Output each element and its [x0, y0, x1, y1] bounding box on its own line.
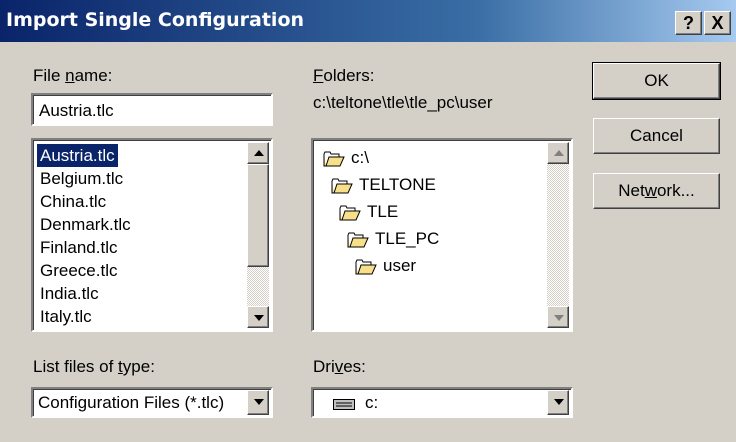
folder-label: TLE	[367, 202, 399, 221]
folder-tree[interactable]: c:\ TELTONE TLE TLE_PCuser	[311, 138, 573, 332]
folder-label: c:\	[351, 148, 369, 167]
folder-item[interactable]: TELTONE	[331, 172, 436, 198]
drives-value: c:	[365, 393, 379, 412]
file-type-select[interactable]: Configuration Files (*.tlc)	[31, 387, 273, 418]
file-list-item[interactable]: Austria.tlc	[37, 144, 118, 167]
file-type-dropdown-button[interactable]	[247, 390, 269, 415]
folder-label: TELTONE	[359, 175, 436, 194]
chevron-down-icon	[554, 399, 564, 405]
open-folder-icon	[347, 229, 375, 248]
file-name-input[interactable]: Austria.tlc	[31, 93, 273, 126]
file-list-item[interactable]: Greece.tlc	[37, 259, 120, 282]
folders-label: Folders:	[313, 66, 375, 85]
scroll-down-button[interactable]	[247, 306, 269, 328]
current-folder-path: c:\teltone\tle\tle_pc\user	[313, 93, 493, 112]
file-list-item[interactable]: Denmark.tlc	[37, 213, 134, 236]
scroll-up-button[interactable]	[247, 142, 269, 164]
file-name-label: File name:	[33, 66, 113, 85]
file-list-item[interactable]: Italy.tlc	[37, 305, 95, 328]
ok-button[interactable]: OK	[592, 62, 721, 100]
close-button[interactable]: X	[704, 11, 731, 35]
drives-dropdown-button[interactable]	[547, 390, 569, 415]
chevron-down-icon	[254, 399, 264, 405]
network-button[interactable]: Network...	[593, 173, 720, 209]
help-button[interactable]: ?	[675, 11, 702, 35]
file-list-item[interactable]: India.tlc	[37, 282, 102, 305]
drives-label: Drives:	[313, 357, 366, 376]
file-list-item[interactable]: Finland.tlc	[37, 236, 120, 259]
arrow-down-icon	[254, 315, 264, 321]
arrow-up-icon	[254, 150, 264, 156]
scroll-down-button[interactable]	[547, 306, 569, 328]
drives-select[interactable]: c:	[311, 387, 573, 418]
scroll-up-button[interactable]	[547, 142, 569, 164]
scroll-thumb[interactable]	[247, 164, 269, 267]
arrow-up-icon	[554, 150, 564, 156]
open-folder-icon	[331, 175, 359, 194]
open-folder-icon	[339, 202, 367, 221]
file-list[interactable]: Austria.tlc Belgium.tlc China.tlc Denmark.t…	[31, 138, 273, 332]
folder-item[interactable]: user	[355, 253, 416, 279]
cancel-button[interactable]: Cancel	[593, 118, 720, 154]
folder-label: user	[383, 256, 417, 275]
file-type-label: List files of type:	[33, 357, 155, 376]
open-folder-icon	[323, 148, 351, 167]
file-type-value: Configuration Files (*.tlc)	[38, 393, 225, 412]
file-list-scrollbar[interactable]	[247, 142, 269, 328]
file-name-value: Austria.tlc	[39, 101, 114, 120]
folder-item[interactable]: TLE	[339, 199, 398, 225]
drive-icon	[333, 397, 355, 415]
folder-item[interactable]: c:\	[323, 145, 369, 171]
folder-label: TLE_PC	[375, 229, 440, 248]
file-list-item[interactable]: Belgium.tlc	[37, 167, 126, 190]
folder-item[interactable]: TLE_PC	[347, 226, 439, 252]
title-bar[interactable]: Import Single Configuration ? X	[0, 0, 736, 42]
arrow-down-icon	[554, 315, 564, 321]
window-title: Import Single Configuration	[6, 9, 305, 31]
folder-tree-scrollbar[interactable]	[547, 142, 569, 328]
open-folder-icon	[355, 256, 383, 275]
file-list-item[interactable]: China.tlc	[37, 190, 109, 213]
